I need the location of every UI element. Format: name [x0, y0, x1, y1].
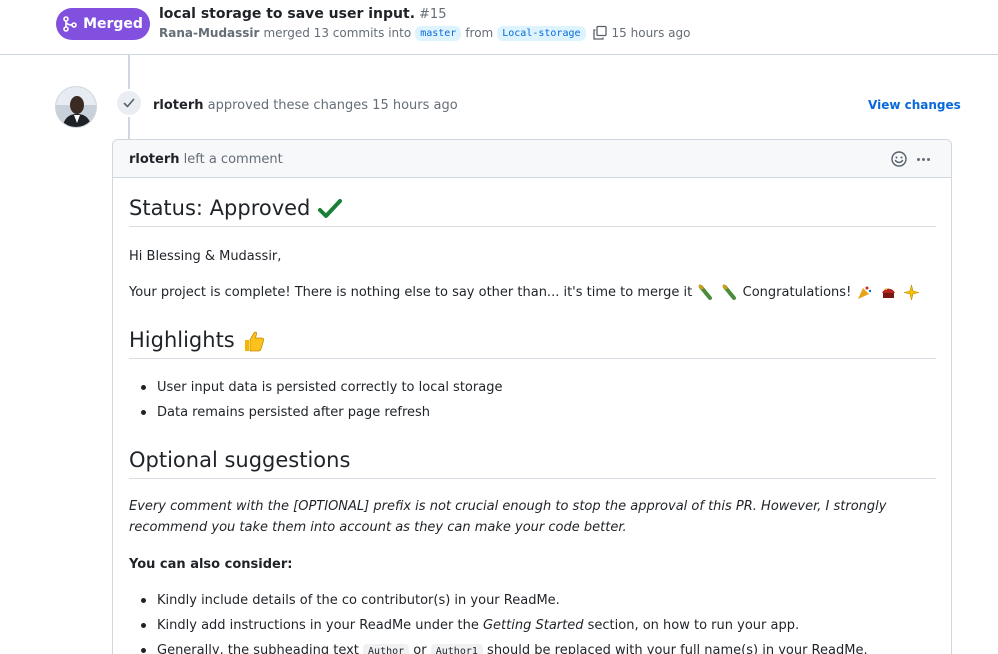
list-item: User input data is persisted correctly t… [129, 375, 936, 400]
pr-meta: Rana-Mudassir merged 13 commits into mas… [159, 25, 690, 41]
pr-title: local storage to save user input. #15 [159, 6, 446, 22]
head-branch[interactable]: Local-storage [497, 25, 586, 41]
view-changes-link[interactable]: View changes [868, 98, 961, 112]
list-item: Generally, the subheading text Author or… [129, 638, 936, 654]
suggestions-list: Kindly include details of the co contrib… [129, 588, 936, 654]
consider-label: You can also consider: [129, 557, 293, 572]
comment-action: left a comment [183, 152, 283, 167]
review-comment: rloterh left a comment Status: Approved … [112, 139, 952, 654]
suggestion-text: section, on how to run your app. [587, 618, 800, 633]
congrats-text: Congratulations! [742, 285, 852, 300]
comment-header: rloterh left a comment [113, 140, 951, 178]
pr-number: #15 [419, 7, 447, 22]
greeting-text: Hi Blessing & Mudassir, [129, 249, 282, 264]
sparkle-emoji [903, 284, 919, 301]
suggestion-text: should be replaced with your full name(s… [487, 643, 868, 654]
pr-title-text: local storage to save user input. [159, 6, 416, 22]
confetti-ball-emoji [881, 288, 895, 298]
list-item: Kindly add instructions in your ReadMe u… [129, 613, 936, 638]
heavy-check-mark-emoji [318, 199, 343, 218]
suggestion-text: Generally, the subheading text [157, 643, 359, 654]
reviewer-link[interactable]: rloterh [153, 98, 204, 113]
optional-heading: Optional suggestions [129, 448, 936, 479]
status-heading: Status: Approved [129, 196, 936, 227]
comment-header-text: rloterh left a comment [129, 152, 283, 167]
optional-note: Every comment with the [OPTIONAL] prefix… [129, 496, 936, 538]
check-icon [123, 98, 135, 108]
party-popper-emoji [858, 286, 872, 299]
list-item: Kindly include details of the co contrib… [129, 588, 936, 613]
merge-text: merged 13 commits into [263, 26, 412, 40]
suggestion-emphasis: Getting Started [482, 618, 584, 633]
highlights-heading-text: Highlights [129, 328, 235, 352]
list-item: Data remains persisted after page refres… [129, 400, 936, 425]
review-action: approved these changes 15 hours ago [207, 98, 458, 113]
comment-author-link[interactable]: rloterh [129, 152, 180, 167]
suggestion-text: Kindly add instructions in your ReadMe u… [157, 618, 479, 633]
merged-label: Merged [83, 16, 143, 32]
merged-state-badge: Merged [56, 8, 150, 40]
complete-paragraph: Your project is complete! There is nothi… [129, 282, 936, 303]
status-heading-text: Status: Approved [129, 196, 311, 220]
optional-note-text: Every comment with the [OPTIONAL] prefix… [129, 499, 887, 535]
pr-author-link[interactable]: Rana-Mudassir [159, 26, 259, 40]
thumbs-up-emoji [245, 331, 265, 352]
copy-icon[interactable] [592, 25, 608, 41]
pr-sticky-header: Merged local storage to save user input.… [0, 0, 998, 55]
inline-code: Author [363, 644, 410, 654]
smiley-icon[interactable] [890, 150, 908, 168]
suggestion-text: Kindly include details of the co contrib… [157, 593, 560, 608]
champagne-emoji [698, 284, 713, 300]
inline-code: Author1 [430, 644, 483, 654]
from-text: from [465, 26, 494, 40]
complete-text: Your project is complete! There is nothi… [129, 285, 693, 300]
suggestion-text: or [413, 643, 427, 654]
pr-time: 15 hours ago [611, 26, 691, 40]
champagne-emoji [722, 284, 736, 300]
review-check-badge [115, 89, 143, 117]
highlights-heading: Highlights [129, 328, 936, 359]
base-branch[interactable]: master [415, 25, 462, 41]
review-event-text: rloterh approved these changes 15 hours … [153, 98, 458, 113]
highlights-list: User input data is persisted correctly t… [129, 375, 936, 425]
kebab-icon[interactable] [914, 150, 932, 168]
avatar[interactable] [55, 86, 97, 128]
git-merge-icon [63, 16, 77, 32]
